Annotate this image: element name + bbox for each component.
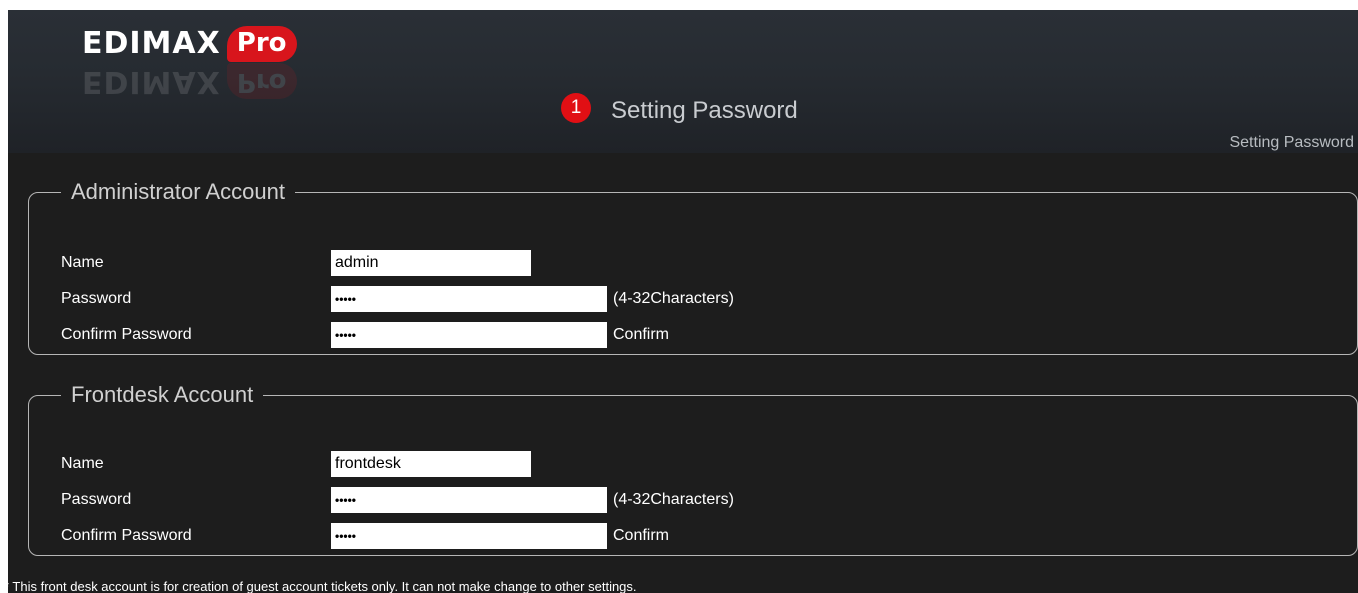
admin-confirm-password-label: Confirm Password — [61, 326, 192, 343]
admin-name-label: Name — [61, 254, 104, 271]
admin-name-row: Name — [29, 250, 1357, 276]
frontdesk-confirm-password-input[interactable] — [331, 523, 607, 549]
administrator-account-legend: Administrator Account — [71, 179, 285, 204]
edimax-pro-logo: EDIMAX Pro — [82, 24, 297, 64]
page-title: Setting Password — [611, 97, 798, 124]
frontdesk-password-row: Password (4-32Characters) — [29, 487, 1357, 513]
frontdesk-confirm-hint: Confirm — [613, 527, 670, 544]
logo-reflection-wordmark: EDIMAX — [82, 64, 221, 99]
logo-pro-badge: Pro — [226, 26, 297, 62]
admin-password-input[interactable] — [331, 286, 607, 312]
administrator-account-section: Administrator Account Name Password (4-3… — [28, 180, 1358, 355]
admin-password-row: Password (4-32Characters) — [29, 286, 1357, 312]
page: EDIMAX Pro EDIMAX Pro 1 Setting Password… — [0, 0, 1358, 593]
step-number-badge: 1 — [561, 93, 591, 123]
setup-window: EDIMAX Pro EDIMAX Pro 1 Setting Password… — [8, 10, 1358, 593]
frontdesk-name-label: Name — [61, 455, 104, 472]
admin-confirm-password-input[interactable] — [331, 322, 607, 348]
admin-password-hint: (4-32Characters) — [613, 290, 734, 307]
frontdesk-confirm-row: Confirm Password Confirm — [29, 523, 1357, 549]
frontdesk-footnote: * This front desk account is for creatio… — [8, 579, 637, 593]
frontdesk-account-legend: Frontdesk Account — [71, 382, 254, 407]
admin-name-input[interactable] — [331, 250, 531, 276]
frontdesk-name-row: Name — [29, 451, 1357, 477]
admin-confirm-hint: Confirm — [613, 326, 670, 343]
frontdesk-password-input[interactable] — [331, 487, 607, 513]
logo-wordmark: EDIMAX — [82, 26, 221, 61]
admin-password-label: Password — [61, 290, 132, 307]
logo-reflection-pro: Pro — [226, 63, 297, 99]
header-bar: EDIMAX Pro EDIMAX Pro 1 Setting Password… — [8, 10, 1358, 153]
logo-reflection: EDIMAX Pro — [82, 63, 297, 99]
frontdesk-password-hint: (4-32Characters) — [613, 491, 734, 508]
breadcrumb: Setting Password — [1229, 134, 1354, 151]
frontdesk-name-input[interactable] — [331, 451, 531, 477]
admin-confirm-row: Confirm Password Confirm — [29, 322, 1357, 348]
frontdesk-password-label: Password — [61, 491, 132, 508]
frontdesk-confirm-password-label: Confirm Password — [61, 527, 192, 544]
frontdesk-account-section: Frontdesk Account Name Password (4-32Cha… — [28, 383, 1358, 556]
